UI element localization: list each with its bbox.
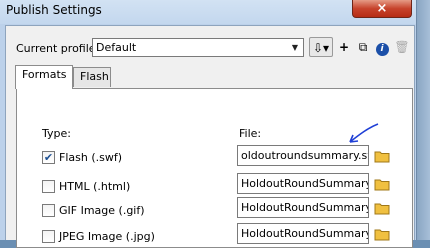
type-column-header: Type: xyxy=(42,127,71,140)
tab-flash[interactable]: Flash xyxy=(73,67,111,87)
trash-icon: 🗑 xyxy=(394,40,410,54)
import-export-button[interactable]: ⇩▾ xyxy=(309,37,333,57)
jpeg-checkbox[interactable] xyxy=(42,230,55,243)
tab-formats[interactable]: Formats xyxy=(15,65,73,89)
file-column-header: File: xyxy=(239,127,262,140)
window-title: Publish Settings xyxy=(6,3,102,17)
current-profile-select[interactable]: Default ▼ xyxy=(92,38,304,57)
import-export-icon: ⇩▾ xyxy=(312,41,330,55)
duplicate-icon: ⧉ xyxy=(358,40,368,54)
html-checkbox[interactable] xyxy=(42,180,55,193)
duplicate-profile-button[interactable]: ⧉ xyxy=(355,37,371,57)
jpeg-file-field[interactable]: HoldoutRoundSummary.jp xyxy=(237,223,369,244)
folder-icon[interactable] xyxy=(374,227,390,241)
current-profile-label: Current profile: xyxy=(16,42,100,55)
add-profile-button[interactable]: + xyxy=(336,37,352,57)
flash-checkbox[interactable]: ✔ xyxy=(42,151,55,164)
close-button[interactable]: × xyxy=(352,0,412,18)
delete-profile-button[interactable]: 🗑 xyxy=(394,37,410,57)
html-file-field[interactable]: HoldoutRoundSummary.ht xyxy=(237,173,369,194)
plus-icon: + xyxy=(338,40,350,54)
background-window-edge xyxy=(417,0,430,240)
folder-icon[interactable] xyxy=(374,201,390,215)
chevron-down-icon[interactable]: ▼ xyxy=(287,39,303,56)
info-icon: i xyxy=(375,43,389,56)
formats-panel: Type: File: ✔ Flash (.swf) oldoutroundsu… xyxy=(16,88,413,248)
jpeg-format-label: JPEG Image (.jpg) xyxy=(59,230,155,243)
folder-icon[interactable] xyxy=(374,149,390,163)
html-format-label: HTML (.html) xyxy=(59,180,131,193)
gif-checkbox[interactable] xyxy=(42,204,55,217)
annotation-arrow xyxy=(349,123,379,143)
gif-file-field[interactable]: HoldoutRoundSummary.gi xyxy=(237,197,369,218)
folder-icon[interactable] xyxy=(374,177,390,191)
gif-format-label: GIF Image (.gif) xyxy=(59,204,145,217)
current-profile-value: Default xyxy=(96,41,137,54)
profile-info-button[interactable]: i xyxy=(374,37,390,57)
flash-format-label: Flash (.swf) xyxy=(59,151,123,164)
